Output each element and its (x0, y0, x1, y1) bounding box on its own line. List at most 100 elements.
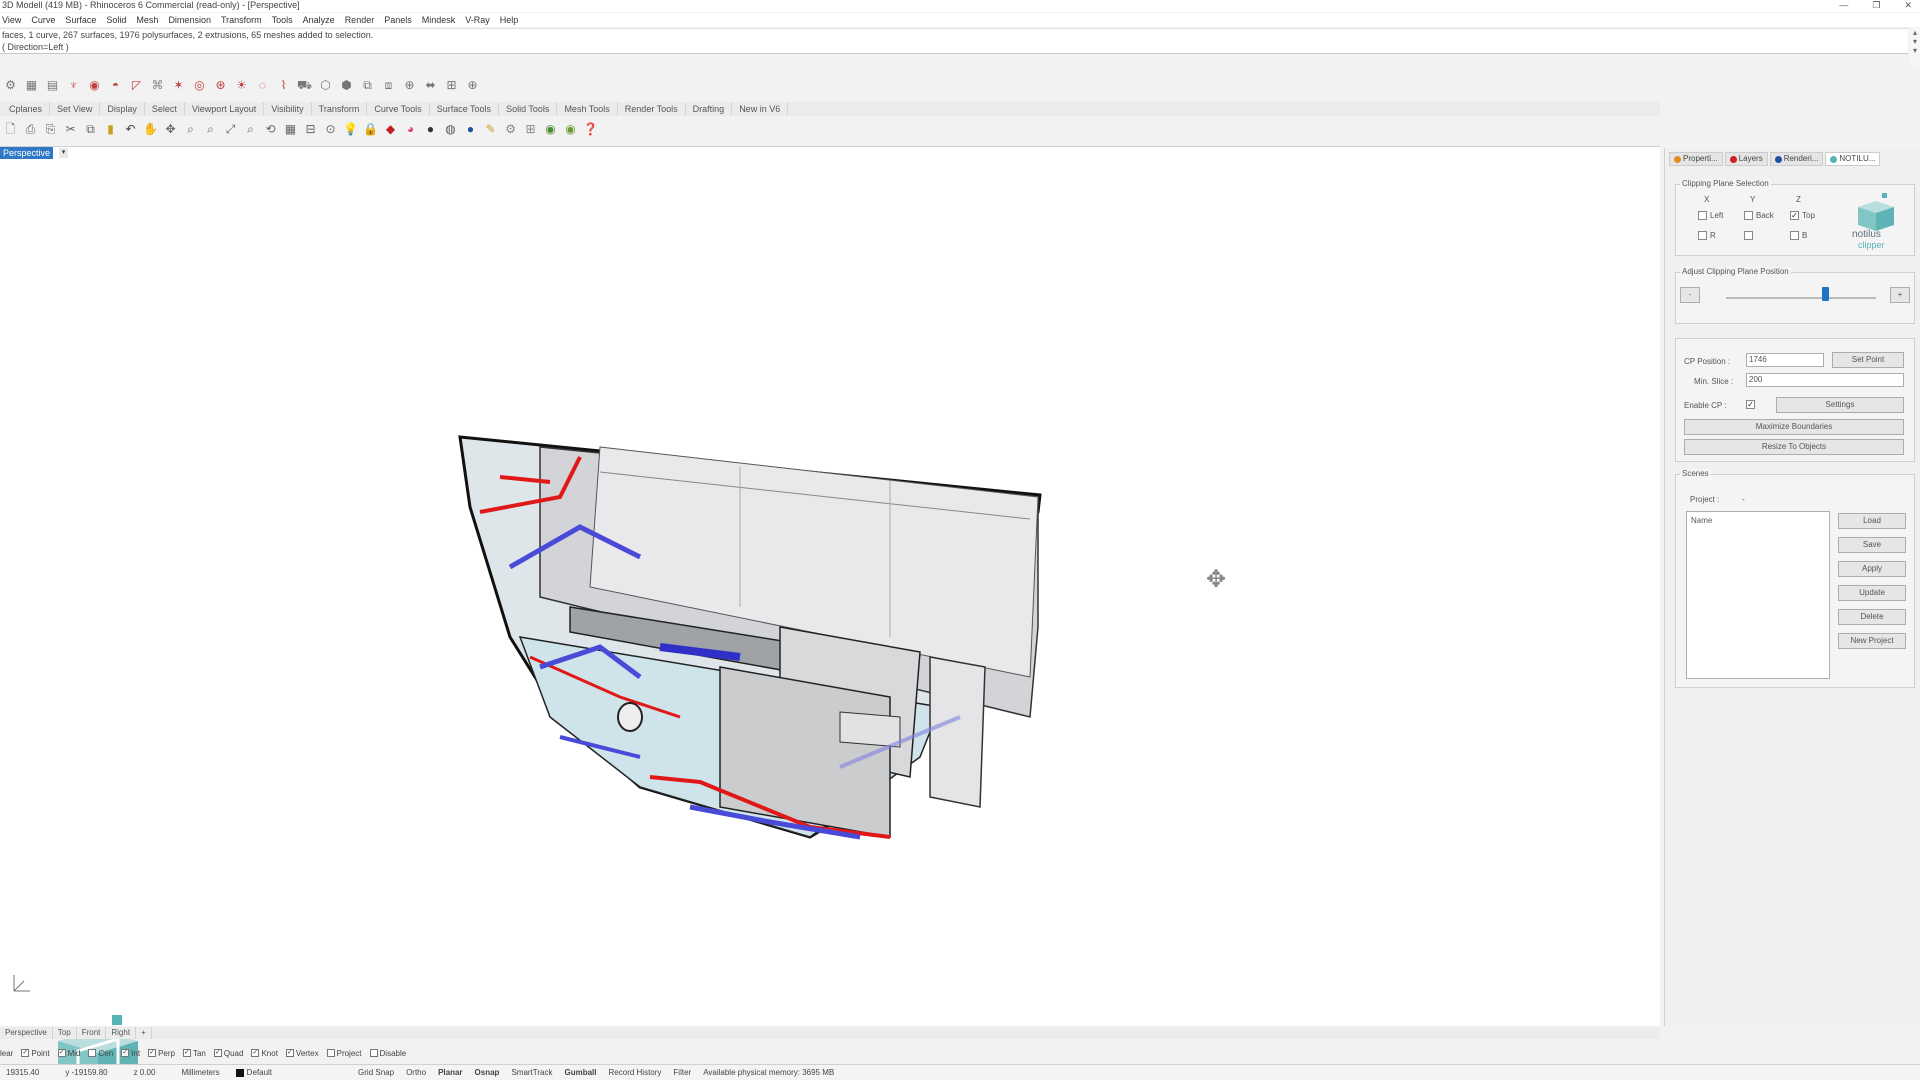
rotate-view-icon[interactable]: ⟲ (262, 121, 279, 138)
spiral-icon[interactable]: ◌ (254, 77, 271, 94)
zoom-window-icon[interactable]: ⌕ (202, 121, 219, 138)
grid-snap-icon[interactable]: ⊙ (322, 121, 339, 138)
osnap-knot[interactable]: ✓ Knot (251, 1049, 278, 1058)
print-icon[interactable]: ⎙ (22, 121, 39, 138)
pan-icon[interactable]: ✋ (142, 121, 159, 138)
copy-icon[interactable]: ⧉ (82, 121, 99, 138)
fillet-icon[interactable]: ⊞ (443, 77, 460, 94)
shaded-sphere-icon[interactable]: ● (422, 121, 439, 138)
viewport-menu-arrow[interactable]: ▾ (59, 148, 68, 158)
zoom-selected-icon[interactable]: ⌕ (242, 121, 259, 138)
vp-tab-top[interactable]: Top (53, 1027, 77, 1039)
grid-icon[interactable]: ▤ (44, 77, 61, 94)
settings-icon[interactable]: ⚙ (502, 121, 519, 138)
tab-display[interactable]: Display (100, 102, 145, 116)
status-layer[interactable]: Default (226, 1068, 278, 1077)
analyze-icon[interactable]: ⊕ (401, 77, 418, 94)
tab-properties[interactable]: Properti... (1669, 152, 1723, 166)
tab-set-view[interactable]: Set View (50, 102, 101, 116)
new-project-button[interactable]: New Project (1838, 633, 1906, 649)
checkbox-b[interactable] (1790, 231, 1799, 240)
status-smarttrack[interactable]: SmartTrack (505, 1068, 558, 1077)
osnap-quad[interactable]: ✓ Quad (213, 1049, 243, 1058)
menu-mindesk[interactable]: Mindesk (422, 13, 456, 27)
tab-new-in-v6[interactable]: New in V6 (732, 102, 789, 116)
status-osnap[interactable]: Osnap (469, 1068, 506, 1077)
box-icon[interactable]: ⬡ (317, 77, 334, 94)
command-prompt[interactable]: ( Direction=Left ) (0, 41, 1908, 53)
menu-vray[interactable]: V-Ray (465, 13, 490, 27)
circle-icon[interactable]: ◉ (86, 77, 103, 94)
checkbox-r[interactable] (1698, 231, 1707, 240)
checkbox-left[interactable] (1698, 211, 1707, 220)
menu-surface[interactable]: Surface (65, 13, 96, 27)
freeform-icon[interactable]: ⌘ (149, 77, 166, 94)
viewport-label[interactable]: Perspective (0, 147, 54, 159)
tab-layers[interactable]: Layers (1724, 152, 1768, 166)
polyline-icon[interactable]: ✶ (170, 77, 187, 94)
close-button[interactable]: ✕ (1904, 0, 1912, 11)
ellipse-icon[interactable]: ◎ (191, 77, 208, 94)
material-sphere-icon[interactable]: ● (462, 121, 479, 138)
scenes-list[interactable]: Name (1686, 511, 1830, 679)
menu-panels[interactable]: Panels (384, 13, 412, 27)
menu-transform[interactable]: Transform (221, 13, 262, 27)
four-view-icon[interactable]: ▦ (282, 121, 299, 138)
tab-notilus[interactable]: NOTILU... (1825, 152, 1881, 166)
tab-curve-tools[interactable]: Curve Tools (367, 102, 430, 116)
menu-help[interactable]: Help (500, 13, 519, 27)
osnap-vertex[interactable]: ✓ Vertex (285, 1049, 319, 1058)
helix-icon[interactable]: ⌇ (275, 77, 292, 94)
cp-position-input[interactable]: 1746 (1746, 353, 1824, 367)
tab-viewport-layout[interactable]: Viewport Layout (185, 102, 265, 116)
minimize-button[interactable]: — (1839, 0, 1848, 11)
position-slider-thumb[interactable] (1822, 287, 1829, 301)
tab-transform[interactable]: Transform (312, 102, 368, 116)
load-button[interactable]: Load (1838, 513, 1906, 529)
osnap-mid[interactable]: ✓ Mid (57, 1049, 80, 1058)
position-minus-button[interactable]: - (1680, 287, 1700, 303)
osnap-project[interactable]: Project (326, 1049, 362, 1058)
add-icon[interactable]: ⊕ (464, 77, 481, 94)
layer-icon[interactable]: ◆ (382, 121, 399, 138)
rendered-sphere-icon[interactable]: ◍ (442, 121, 459, 138)
import-icon[interactable]: ⎘ (42, 121, 59, 138)
paste-icon[interactable]: ▮ (102, 121, 119, 138)
target-icon[interactable]: ⊛ (212, 77, 229, 94)
command-history[interactable]: faces, 1 curve, 267 surfaces, 1976 polys… (0, 28, 1908, 54)
menu-mesh[interactable]: Mesh (136, 13, 158, 27)
menu-solid[interactable]: Solid (106, 13, 126, 27)
zoom-extents-icon[interactable]: ⤢ (222, 121, 239, 138)
tab-visibility[interactable]: Visibility (264, 102, 312, 116)
position-slider-track[interactable] (1726, 297, 1876, 299)
vp-tab-perspective[interactable]: Perspective (0, 1027, 53, 1039)
menu-dimension[interactable]: Dimension (168, 13, 211, 27)
help-icon[interactable]: ❓ (582, 121, 599, 138)
min-slice-input[interactable]: 200 (1746, 373, 1904, 387)
position-plus-button[interactable]: + (1890, 287, 1910, 303)
resize-to-objects-button[interactable]: Resize To Objects (1684, 439, 1904, 455)
status-filter[interactable]: Filter (667, 1068, 697, 1077)
boolean-icon[interactable]: ⧉ (359, 77, 376, 94)
dimension-icon[interactable]: ⊞ (522, 121, 539, 138)
vp-tab-add[interactable]: + (136, 1027, 152, 1039)
arc-icon[interactable]: ◓ (107, 77, 124, 94)
enable-cp-checkbox[interactable]: ✓ (1746, 400, 1755, 409)
car-icon[interactable]: ⛟ (296, 77, 313, 94)
tab-select[interactable]: Select (145, 102, 185, 116)
vp-tab-right[interactable]: Right (106, 1027, 137, 1039)
status-grid-snap[interactable]: Grid Snap (278, 1068, 400, 1077)
osnap-perp[interactable]: ✓ Perp (148, 1049, 175, 1058)
color-wheel-icon[interactable]: ◕ (402, 121, 419, 138)
update-button[interactable]: Update (1838, 585, 1906, 601)
menu-analyze[interactable]: Analyze (303, 13, 335, 27)
status-ortho[interactable]: Ortho (400, 1068, 432, 1077)
tab-surface-tools[interactable]: Surface Tools (430, 102, 500, 116)
perspective-viewport[interactable]: Perspective ▾ ✥ (0, 146, 1660, 1080)
tab-mesh-tools[interactable]: Mesh Tools (557, 102, 618, 116)
tab-solid-tools[interactable]: Solid Tools (499, 102, 558, 116)
menu-curve[interactable]: Curve (31, 13, 55, 27)
vp-tab-front[interactable]: Front (77, 1027, 107, 1039)
light-icon[interactable]: 💡 (342, 121, 359, 138)
tab-rendering[interactable]: Renderi... (1769, 152, 1824, 166)
